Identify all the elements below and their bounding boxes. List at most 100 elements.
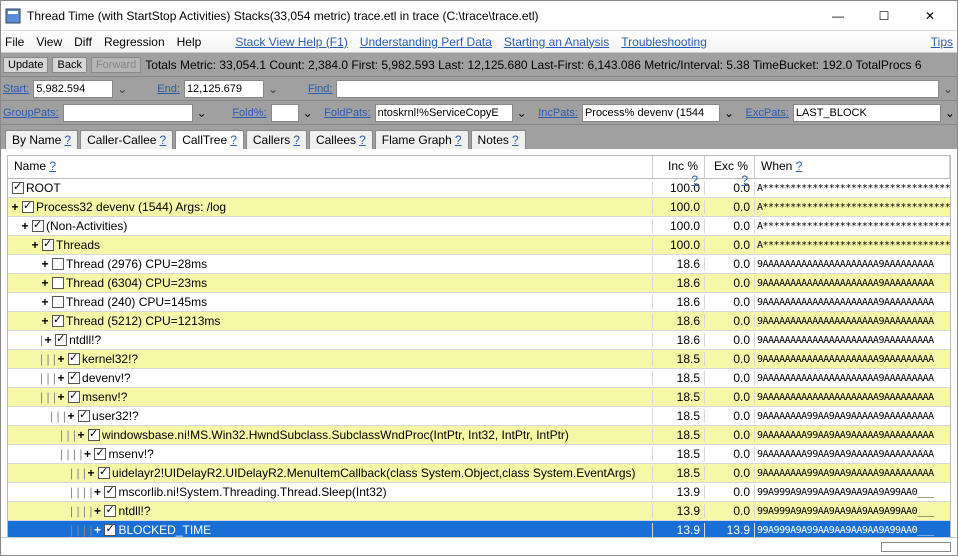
tree-row[interactable]: +Thread (2976) CPU=28ms18.60.09AAAAAAAAA… <box>8 255 950 274</box>
foldpct-input[interactable] <box>271 104 299 122</box>
forward-button[interactable]: Forward <box>91 57 141 73</box>
maximize-button[interactable]: ☐ <box>861 1 907 31</box>
foldpats-dropdown-icon[interactable]: ⌄ <box>517 106 527 120</box>
excpats-dropdown-icon[interactable]: ⌄ <box>945 106 955 120</box>
end-input[interactable] <box>184 80 264 98</box>
row-checkbox[interactable] <box>104 524 116 536</box>
row-checkbox[interactable] <box>32 220 44 232</box>
tree-row[interactable]: | | | | +BLOCKED_TIME13.913.999A999A9A99… <box>8 521 950 537</box>
row-checkbox[interactable] <box>52 277 64 289</box>
expand-toggle[interactable]: + <box>56 352 66 366</box>
find-input[interactable] <box>336 80 939 98</box>
row-checkbox[interactable] <box>88 429 100 441</box>
row-checkbox[interactable] <box>98 467 110 479</box>
link-tips[interactable]: Tips <box>931 35 953 49</box>
expand-toggle[interactable]: + <box>56 371 66 385</box>
tree-row[interactable]: ROOT100.00.0A***************************… <box>8 179 950 198</box>
expand-toggle[interactable]: + <box>10 200 20 214</box>
expand-toggle[interactable]: + <box>40 295 50 309</box>
row-checkbox[interactable] <box>104 505 116 517</box>
row-checkbox[interactable] <box>68 372 80 384</box>
find-label[interactable]: Find: <box>308 83 332 95</box>
tab-flamegraph[interactable]: Flame Graph ? <box>375 130 469 149</box>
expand-toggle[interactable]: + <box>56 390 66 404</box>
menu-view[interactable]: View <box>36 35 62 49</box>
link-understanding-perf[interactable]: Understanding Perf Data <box>360 35 492 49</box>
row-checkbox[interactable] <box>22 201 34 213</box>
close-button[interactable]: ✕ <box>907 1 953 31</box>
grouppats-dropdown-icon[interactable]: ⌄ <box>197 106 207 120</box>
row-checkbox[interactable] <box>78 410 90 422</box>
tree-row[interactable]: +Thread (5212) CPU=1213ms18.60.09AAAAAAA… <box>8 312 950 331</box>
start-dropdown-icon[interactable]: ⌄ <box>117 82 129 96</box>
foldpct-label[interactable]: Fold%: <box>232 107 266 119</box>
excpats-input[interactable] <box>793 104 941 122</box>
expand-toggle[interactable]: + <box>40 276 50 290</box>
row-checkbox[interactable] <box>42 239 54 251</box>
grouppats-label[interactable]: GroupPats: <box>3 107 59 119</box>
expand-toggle[interactable]: + <box>40 314 50 328</box>
expand-toggle[interactable]: + <box>76 428 86 442</box>
expand-toggle[interactable]: + <box>86 466 96 480</box>
row-checkbox[interactable] <box>68 353 80 365</box>
tree-row[interactable]: +Process32 devenv (1544) Args: /log100.0… <box>8 198 950 217</box>
tree-row[interactable]: +(Non-Activities)100.00.0A**************… <box>8 217 950 236</box>
tree-row[interactable]: | | | +devenv!?18.50.09AAAAAAAAAAAAAAAAA… <box>8 369 950 388</box>
start-input[interactable] <box>33 80 113 98</box>
incpats-dropdown-icon[interactable]: ⌄ <box>724 106 734 120</box>
tree-row[interactable]: | | | +uidelayr2!UIDelayR2.UIDelayR2.Men… <box>8 464 950 483</box>
row-checkbox[interactable] <box>52 296 64 308</box>
menu-file[interactable]: File <box>5 35 24 49</box>
tree-row[interactable]: | | | +msenv!?18.50.09AAAAAAAAAAAAAAAAAA… <box>8 388 950 407</box>
row-checkbox[interactable] <box>12 182 24 194</box>
row-checkbox[interactable] <box>52 315 64 327</box>
row-checkbox[interactable] <box>52 258 64 270</box>
tab-callees[interactable]: Callees ? <box>309 130 373 149</box>
col-when[interactable]: When ? <box>755 156 950 178</box>
expand-toggle[interactable]: + <box>43 333 53 347</box>
link-starting-analysis[interactable]: Starting an Analysis <box>504 35 609 49</box>
end-label[interactable]: End: <box>157 83 180 95</box>
tree-row[interactable]: | | | +user32!?18.50.09AAAAAAAA99AA9AA9A… <box>8 407 950 426</box>
start-label[interactable]: Start: <box>3 83 29 95</box>
expand-toggle[interactable]: + <box>82 447 92 461</box>
update-button[interactable]: Update <box>3 57 48 73</box>
tab-notes[interactable]: Notes ? <box>471 130 526 149</box>
tab-calltree[interactable]: CallTree ? <box>175 130 244 149</box>
expand-toggle[interactable]: + <box>92 523 102 537</box>
foldpats-label[interactable]: FoldPats: <box>324 107 370 119</box>
row-checkbox[interactable] <box>68 391 80 403</box>
minimize-button[interactable]: — <box>815 1 861 31</box>
expand-toggle[interactable]: + <box>66 409 76 423</box>
row-checkbox[interactable] <box>55 334 67 346</box>
tree-row[interactable]: | | | +kernel32!?18.50.09AAAAAAAAAAAAAAA… <box>8 350 950 369</box>
tree-row[interactable]: | | | | +msenv!?18.50.09AAAAAAAA99AA9AA9… <box>8 445 950 464</box>
expand-toggle[interactable]: + <box>30 238 40 252</box>
foldpct-dropdown-icon[interactable]: ⌄ <box>303 106 313 120</box>
expand-toggle[interactable]: + <box>92 504 102 518</box>
col-exc[interactable]: Exc % ? <box>705 156 755 178</box>
expand-toggle[interactable]: + <box>20 219 30 233</box>
link-troubleshooting[interactable]: Troubleshooting <box>621 35 707 49</box>
tree-row[interactable]: +Threads100.00.0A***********************… <box>8 236 950 255</box>
find-dropdown-icon[interactable]: ⌄ <box>943 82 955 96</box>
expand-toggle[interactable]: + <box>40 257 50 271</box>
grouppats-input[interactable] <box>63 104 193 122</box>
tree-row[interactable]: | +ntdll!?18.60.09AAAAAAAAAAAAAAAAAAAAA9… <box>8 331 950 350</box>
tab-byname[interactable]: By Name ? <box>5 130 78 149</box>
tab-callercallee[interactable]: Caller-Callee ? <box>80 130 173 149</box>
menu-diff[interactable]: Diff <box>74 35 92 49</box>
menu-help[interactable]: Help <box>177 35 202 49</box>
row-checkbox[interactable] <box>94 448 106 460</box>
tree-row[interactable]: +Thread (240) CPU=145ms18.60.09AAAAAAAAA… <box>8 293 950 312</box>
tree-row[interactable]: +Thread (6304) CPU=23ms18.60.09AAAAAAAAA… <box>8 274 950 293</box>
foldpats-input[interactable] <box>375 104 513 122</box>
tab-callers[interactable]: Callers ? <box>246 130 307 149</box>
row-checkbox[interactable] <box>104 486 116 498</box>
incpats-input[interactable] <box>582 104 720 122</box>
incpats-label[interactable]: IncPats: <box>538 107 578 119</box>
tree-row[interactable]: | | | | +ntdll!?13.90.099A999A9A99AA9AA9… <box>8 502 950 521</box>
tree-row[interactable]: | | | +windowsbase.ni!MS.Win32.HwndSubcl… <box>8 426 950 445</box>
link-stackview-help[interactable]: Stack View Help (F1) <box>235 35 347 49</box>
menu-regression[interactable]: Regression <box>104 35 165 49</box>
